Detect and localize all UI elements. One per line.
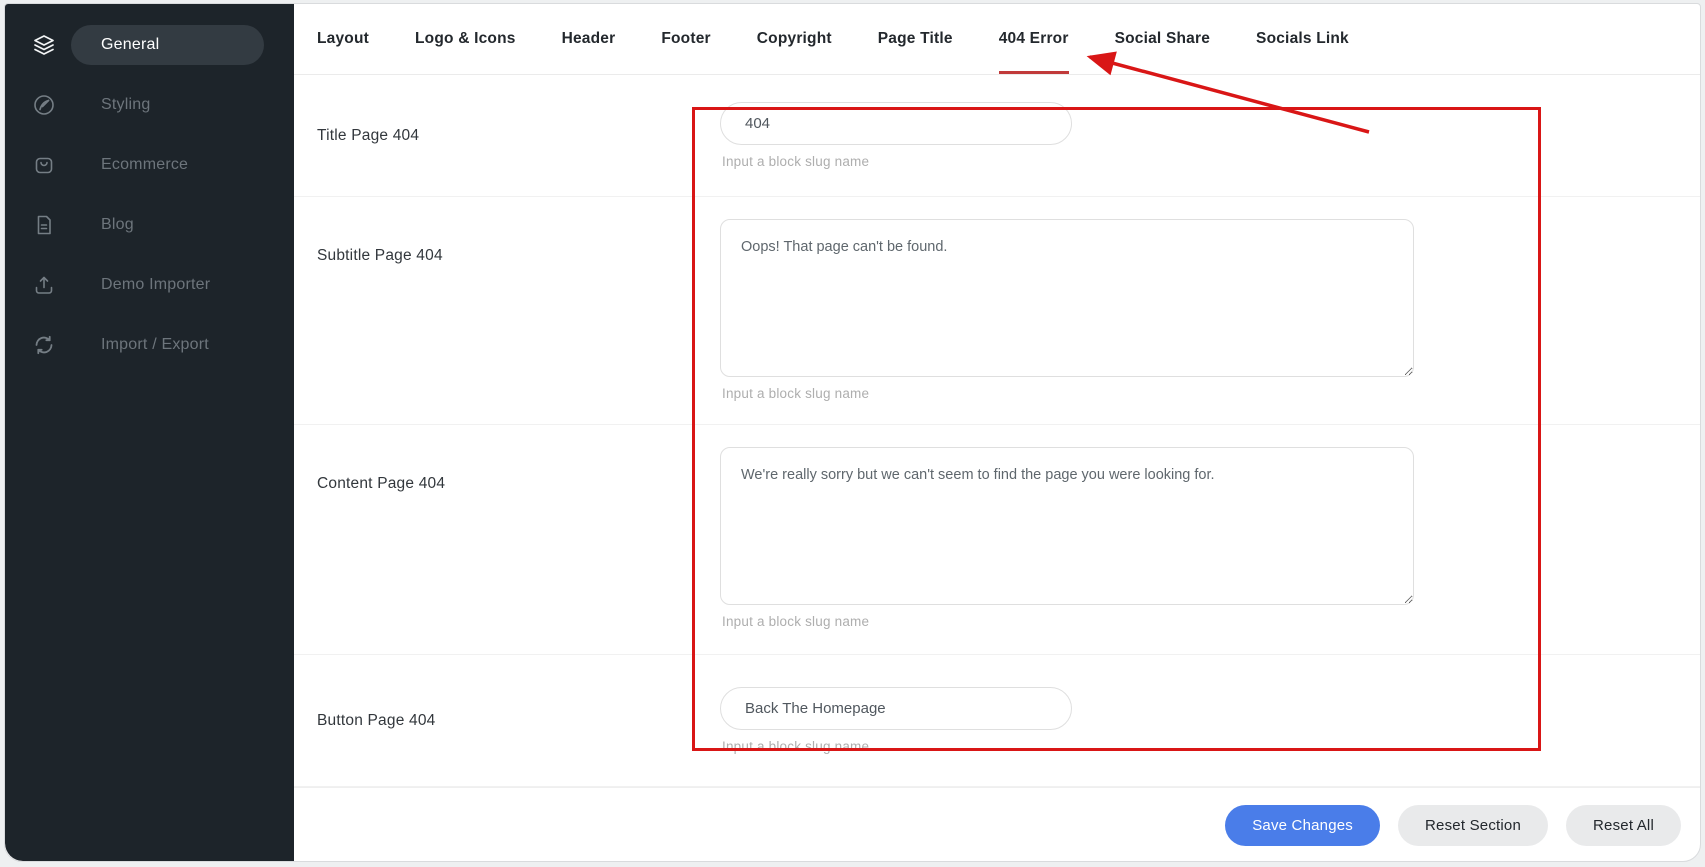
form-row-button-page-404: Button Page 404 Input a block slug name [294,655,1700,787]
tab-bar: Layout Logo & Icons Header Footer Copyri… [294,4,1700,75]
sidebar-item-label: Blog [71,205,264,245]
sidebar-item-label: General [71,25,264,65]
tab-socials-link[interactable]: Socials Link [1256,4,1349,74]
document-icon [31,212,57,238]
save-changes-button[interactable]: Save Changes [1225,805,1380,846]
field-label: Content Page 404 [294,425,720,493]
field-label: Button Page 404 [294,712,720,730]
title-page-404-input[interactable] [720,102,1072,145]
sidebar-item-label: Demo Importer [71,265,264,305]
tab-page-title[interactable]: Page Title [878,4,953,74]
field-helper: Input a block slug name [722,386,1414,401]
field-helper: Input a block slug name [722,614,1414,629]
layers-icon [31,32,57,58]
form-row-subtitle-page-404: Subtitle Page 404 Oops! That page can't … [294,197,1700,425]
sidebar-item-styling[interactable]: Styling [31,85,264,125]
sidebar-item-demo-importer[interactable]: Demo Importer [31,265,264,305]
sidebar-item-import-export[interactable]: Import / Export [31,325,264,365]
tab-layout[interactable]: Layout [317,4,369,74]
sidebar-item-label: Styling [71,85,264,125]
sidebar-item-label: Import / Export [71,325,264,365]
settings-form: Title Page 404 Input a block slug name S… [294,75,1700,787]
shopping-bag-icon [31,152,57,178]
sidebar-item-ecommerce[interactable]: Ecommerce [31,145,264,185]
reset-all-button[interactable]: Reset All [1566,805,1681,846]
tab-logo-icons[interactable]: Logo & Icons [415,4,516,74]
field-helper: Input a block slug name [722,154,1072,169]
tab-copyright[interactable]: Copyright [757,4,832,74]
reset-section-button[interactable]: Reset Section [1398,805,1548,846]
button-page-404-input[interactable] [720,687,1072,730]
sync-icon [31,332,57,358]
field-helper: Input a block slug name [722,739,1072,754]
feather-icon [31,92,57,118]
upload-icon [31,272,57,298]
form-row-content-page-404: Content Page 404 We're really sorry but … [294,425,1700,655]
subtitle-page-404-textarea[interactable]: Oops! That page can't be found. [720,219,1414,377]
main-content: Layout Logo & Icons Header Footer Copyri… [294,4,1700,861]
sidebar-item-general[interactable]: General [31,25,264,65]
tab-social-share[interactable]: Social Share [1115,4,1210,74]
sidebar-item-label: Ecommerce [71,145,264,185]
tab-404-error[interactable]: 404 Error [999,4,1069,74]
content-page-404-textarea[interactable]: We're really sorry but we can't seem to … [720,447,1414,605]
tab-footer[interactable]: Footer [661,4,710,74]
sidebar-item-blog[interactable]: Blog [31,205,264,245]
theme-options-window: General Styling Ecommerce [4,3,1701,862]
form-footer: Save Changes Reset Section Reset All [294,787,1700,862]
sidebar: General Styling Ecommerce [5,4,294,861]
field-label: Subtitle Page 404 [294,197,720,265]
form-row-title-page-404: Title Page 404 Input a block slug name [294,75,1700,197]
field-label: Title Page 404 [294,127,720,145]
tab-header[interactable]: Header [562,4,616,74]
